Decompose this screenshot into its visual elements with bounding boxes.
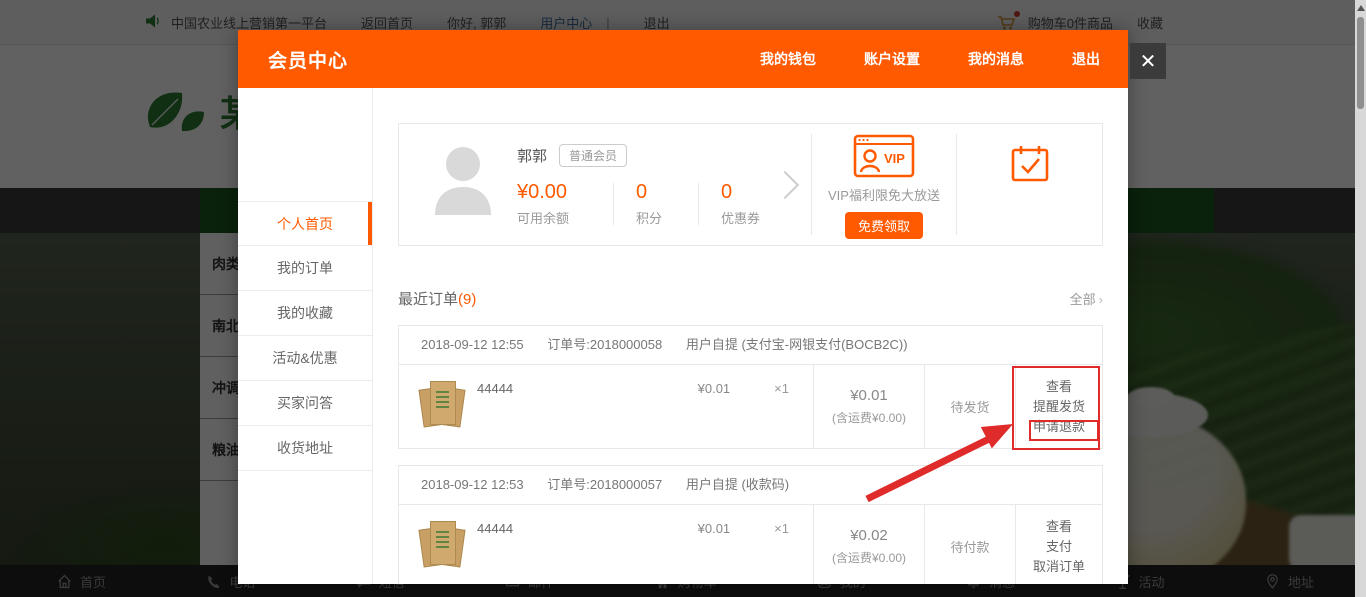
modal-nav: 我的钱包 账户设置 我的消息 退出 — [760, 49, 1100, 69]
order-number: 订单号:2018000057 — [547, 477, 662, 492]
checkin-section[interactable] — [957, 124, 1102, 245]
order-datetime: 2018-09-12 12:53 — [421, 477, 524, 492]
recent-orders-count: (9) — [458, 291, 476, 308]
order-product-cell: 44444 ¥0.01 ×1 — [399, 505, 813, 584]
vip-promo-text: VIP福利限免大放送 — [828, 185, 940, 204]
order-status-cell: 待付款 — [924, 505, 1015, 584]
order-number: 订单号:2018000058 — [547, 337, 662, 352]
order-total: ¥0.01 — [850, 387, 888, 404]
vip-icon: VIP — [853, 134, 915, 178]
quantity: ×1 — [774, 521, 789, 584]
scrollbar-thumb[interactable] — [1357, 17, 1364, 109]
stat-points[interactable]: 0 积分 — [614, 181, 698, 227]
view-order-link[interactable]: 查看 — [1046, 517, 1072, 537]
product-name[interactable]: 44444 — [477, 518, 513, 584]
order-header: 2018-09-12 12:55 订单号:2018000058 用户自提 (支付… — [399, 326, 1102, 365]
order-actions-cell: 查看 支付 取消订单 — [1015, 505, 1102, 584]
product-thumbnail[interactable] — [421, 518, 463, 575]
chevron-right-icon: › — [1099, 292, 1103, 307]
calendar-check-icon — [1010, 144, 1050, 184]
view-all-orders-link[interactable]: 全部› — [1070, 289, 1103, 308]
scrollbar-up-arrow[interactable] — [1357, 5, 1365, 11]
nav-my-messages[interactable]: 我的消息 — [968, 49, 1024, 69]
chevron-right-icon[interactable] — [771, 170, 799, 198]
screen: 中国农业线上营销第一平台 返回首页 你好, 郭郭 用户中心 | 退出 购物车0件… — [0, 0, 1366, 597]
unit-price: ¥0.01 — [698, 381, 731, 448]
sidebar-item-my-favorites[interactable]: 我的收藏 — [238, 291, 372, 336]
nav-my-wallet[interactable]: 我的钱包 — [760, 49, 816, 69]
quantity: ×1 — [774, 381, 789, 448]
sidebar-item-activities-discounts[interactable]: 活动&优惠 — [238, 336, 372, 381]
vip-promo-section: VIP VIP福利限免大放送 免费领取 — [812, 124, 956, 245]
free-claim-button[interactable]: 免费领取 — [845, 212, 923, 239]
modal-title: 会员中心 — [268, 46, 348, 73]
annotation-arrow — [830, 405, 1030, 515]
recent-orders-title: 最近订单(9) — [398, 288, 476, 309]
modal-header: 会员中心 我的钱包 账户设置 我的消息 退出 — [238, 30, 1128, 88]
order-total-cell: ¥0.02 (含运费¥0.00) — [813, 505, 924, 584]
order-status: 待付款 — [950, 537, 989, 556]
order-total: ¥0.02 — [850, 527, 888, 544]
sidebar-item-personal-home[interactable]: 个人首页 — [238, 201, 372, 246]
order-datetime: 2018-09-12 12:55 — [421, 337, 524, 352]
sidebar-item-shipping-address[interactable]: 收货地址 — [238, 426, 372, 471]
order-delivery-method: 用户自提 (收款码) — [686, 477, 789, 492]
user-stats: ¥0.00 可用余额 0 积分 — [517, 181, 760, 227]
nav-logout[interactable]: 退出 — [1072, 49, 1100, 69]
order-delivery-method: 用户自提 (支付宝-网银支付(BOCB2C)) — [686, 337, 908, 352]
product-name[interactable]: 44444 — [477, 378, 513, 448]
user-name: 郭郭 — [517, 145, 547, 166]
stat-coupons[interactable]: 0 优惠券 — [699, 181, 760, 227]
cancel-order-link[interactable]: 取消订单 — [1033, 557, 1085, 577]
freight-note: (含运费¥0.00) — [832, 549, 906, 566]
sidebar-item-buyer-qa[interactable]: 买家问答 — [238, 381, 372, 426]
recent-orders-header: 最近订单(9) 全部› — [398, 288, 1103, 309]
avatar — [431, 141, 495, 245]
modal-close-button[interactable]: ✕ — [1130, 43, 1166, 79]
unit-price: ¥0.01 — [698, 521, 731, 584]
annotation-box-request-refund — [1029, 420, 1099, 441]
modal-sidebar: 个人首页 我的订单 我的收藏 活动&优惠 买家问答 收货地址 — [238, 88, 373, 584]
order-product-cell: 44444 ¥0.01 ×1 — [399, 365, 813, 448]
svg-text:VIP: VIP — [884, 151, 905, 166]
page-scrollbar[interactable] — [1355, 0, 1366, 597]
stat-balance[interactable]: ¥0.00 可用余额 — [517, 181, 613, 227]
user-summary-card: 郭郭 普通会员 ¥0.00 可用余额 — [398, 123, 1103, 246]
product-thumbnail[interactable] — [421, 378, 463, 435]
member-level-badge: 普通会员 — [559, 144, 627, 167]
nav-account-settings[interactable]: 账户设置 — [864, 49, 920, 69]
pay-order-link[interactable]: 支付 — [1046, 537, 1072, 557]
sidebar-item-my-orders[interactable]: 我的订单 — [238, 246, 372, 291]
user-info-section: 郭郭 普通会员 ¥0.00 可用余额 — [399, 124, 811, 245]
